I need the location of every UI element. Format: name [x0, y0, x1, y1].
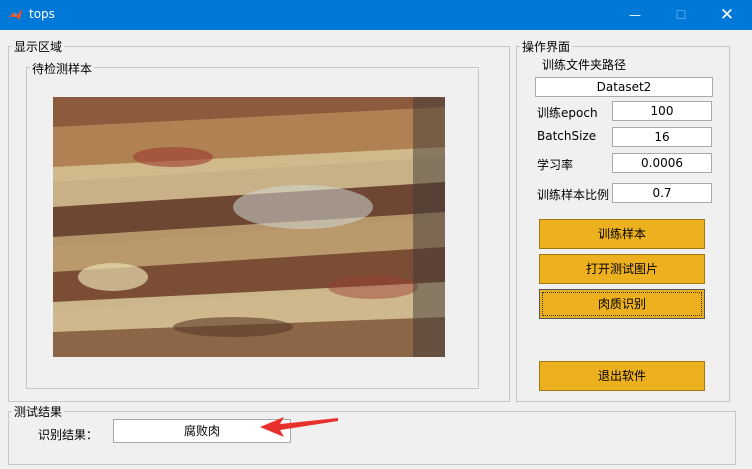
exit-software-button[interactable]: 退出软件 [539, 361, 705, 391]
folder-path-label: 训练文件夹路径 [542, 58, 627, 72]
minimize-button[interactable]: — [612, 0, 658, 30]
open-test-image-button[interactable]: 打开测试图片 [539, 254, 705, 284]
batchsize-label: BatchSize [537, 129, 597, 143]
batchsize-field[interactable]: 16 [612, 127, 712, 147]
matlab-logo-icon [9, 9, 22, 20]
window-title: tops [29, 7, 55, 21]
title-bar: tops — ☐ ✕ [0, 0, 752, 30]
result-label: 识别结果： [38, 428, 99, 442]
sample-panel-title: 待检测样本 [30, 60, 95, 77]
maximize-button[interactable]: ☐ [658, 0, 704, 30]
red-arrow-icon [260, 417, 338, 437]
learning-rate-field[interactable]: 0.0006 [612, 153, 712, 173]
close-button[interactable]: ✕ [704, 0, 750, 30]
control-panel-title: 操作界面 [520, 38, 573, 55]
epoch-field[interactable]: 100 [612, 101, 712, 121]
meat-quality-identify-button[interactable]: 肉质识别 [539, 289, 705, 319]
result-panel-title: 测试结果 [12, 403, 65, 420]
train-ratio-label: 训练样本比例 [537, 188, 610, 202]
display-panel-title: 显示区域 [12, 38, 65, 55]
folder-path-field[interactable]: Dataset2 [535, 77, 713, 97]
train-samples-button[interactable]: 训练样本 [539, 219, 705, 249]
sample-image [53, 97, 445, 357]
learning-rate-label: 学习率 [537, 158, 574, 172]
epoch-label: 训练epoch [537, 106, 598, 120]
train-ratio-field[interactable]: 0.7 [612, 183, 712, 203]
